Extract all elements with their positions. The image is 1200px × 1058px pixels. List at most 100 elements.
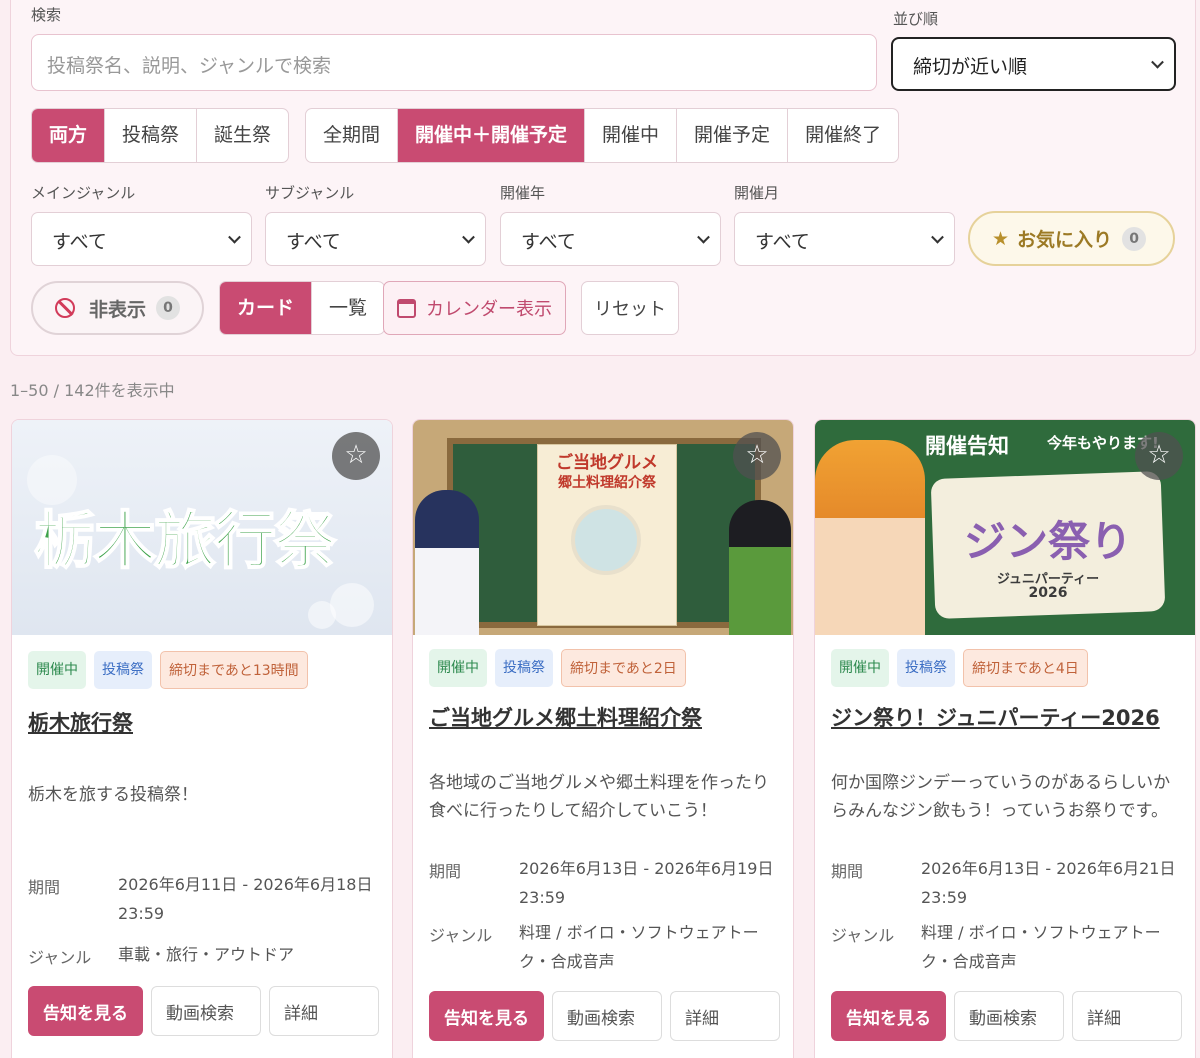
year-label: 開催年 [500, 184, 546, 202]
favorites-count: 0 [1122, 226, 1147, 251]
view-toggle: カード 一覧 [219, 281, 386, 335]
genre-value: 料理 / ボイロ・ソフトウェアトーク・合成音声 [519, 923, 759, 971]
announcement-button[interactable]: 告知を見る [28, 986, 143, 1036]
search-input[interactable]: 投稿祭名、説明、ジャンルで検索 [31, 34, 877, 91]
details-button[interactable]: 詳細 [269, 986, 379, 1036]
video-search-button[interactable]: 動画検索 [151, 986, 261, 1036]
period-value: 2026年6月13日 - 2026年6月21日 23:59 [921, 859, 1176, 907]
star-icon[interactable]: ☆ [1135, 432, 1183, 480]
card-description: 各地域のご当地グルメや郷土料理を作ったり食べに行ったりして紹介していこう！ [429, 773, 769, 821]
year-value: すべて [521, 231, 576, 253]
star-icon: ★ [992, 227, 1010, 250]
sort-select[interactable]: 締切が近い順 [891, 37, 1176, 91]
view-card-button[interactable]: カード [220, 282, 313, 334]
status-badge: 開催中 [429, 649, 487, 687]
calendar-label: カレンダー表示 [426, 299, 552, 320]
card-tags: 開催中 投稿祭 締切まであと4日 [831, 649, 1088, 687]
type-badge: 投稿祭 [495, 649, 553, 687]
card-banner[interactable]: ご当地グルメ 郷土料理紹介祭 ☆ [413, 420, 793, 635]
announcement-button[interactable]: 告知を見る [831, 991, 946, 1041]
period-all[interactable]: 全期間 [306, 109, 399, 162]
genre-label: ジャンル [28, 948, 92, 967]
hidden-button[interactable]: 非表示 0 [31, 281, 204, 335]
banner-line2: 郷土料理紹介祭 [558, 475, 656, 491]
status-badge: 開催中 [28, 651, 86, 689]
star-icon[interactable]: ☆ [332, 432, 380, 480]
video-search-button[interactable]: 動画検索 [552, 991, 662, 1041]
announcement-button[interactable]: 告知を見る [429, 991, 544, 1041]
card-actions: 告知を見る 動画検索 詳細 [28, 986, 379, 1036]
calendar-button[interactable]: カレンダー表示 [383, 281, 566, 335]
card-description: 何か国際ジンデーっていうのがあるらしいからみんなジン飲もう！っていうお祭りです。 [831, 773, 1171, 821]
deadline-badge: 締切まであと2日 [561, 649, 686, 687]
sort-value: 締切が近い順 [913, 56, 1028, 78]
calendar-icon [397, 298, 416, 318]
banner-text: 栃木旅行祭 [33, 503, 337, 578]
details-button[interactable]: 詳細 [670, 991, 780, 1041]
period-label: 期間 [831, 862, 864, 881]
chevron-down-icon [697, 230, 710, 244]
type-tanjousai[interactable]: 誕生祭 [197, 109, 288, 162]
favorites-label: お気に入り [1017, 229, 1113, 251]
month-label: 開催月 [734, 184, 780, 202]
type-toukousai[interactable]: 投稿祭 [105, 109, 198, 162]
banner-title: ジン祭り [963, 517, 1132, 566]
card-banner[interactable]: 開催告知 今年もやります! ジン祭り ジュニパーティー 2026 ☆ [815, 420, 1195, 635]
period-value: 2026年6月11日 - 2026年6月18日 23:59 [118, 875, 373, 923]
favorites-button[interactable]: ★ お気に入り 0 [968, 211, 1175, 266]
event-card: 栃木旅行祭 ☆ 開催中 投稿祭 締切まであと13時間 栃木旅行祭 栃木を旅する投… [11, 419, 393, 1058]
card-actions: 告知を見る 動画検索 詳細 [831, 991, 1182, 1041]
month-value: すべて [755, 231, 810, 253]
view-list-button[interactable]: 一覧 [312, 282, 384, 334]
sort-label: 並び順 [893, 10, 939, 28]
hidden-count: 0 [156, 296, 181, 320]
sub-genre-select[interactable]: すべて [265, 212, 486, 266]
sub-genre-label: サブジャンル [265, 184, 355, 202]
type-filter: 両方 投稿祭 誕生祭 [31, 108, 290, 163]
year-select[interactable]: すべて [500, 212, 721, 266]
type-badge: 投稿祭 [94, 651, 152, 689]
deadline-badge: 締切まであと4日 [963, 649, 1088, 687]
video-search-button[interactable]: 動画検索 [954, 991, 1064, 1041]
event-card: 開催告知 今年もやります! ジン祭り ジュニパーティー 2026 ☆ 開催中 投… [814, 419, 1196, 1058]
banner-top-left: 開催告知 [925, 434, 1009, 458]
card-tags: 開催中 投稿祭 締切まであと13時間 [28, 651, 308, 689]
period-label: 期間 [429, 862, 462, 881]
chevron-down-icon [931, 230, 944, 244]
banner-line1: ご当地グルメ [556, 453, 658, 473]
card-title[interactable]: ご当地グルメ郷土料理紹介祭 [429, 702, 702, 732]
plate-illustration [571, 505, 641, 575]
hidden-label: 非表示 [89, 298, 147, 321]
card-title[interactable]: 栃木旅行祭 [28, 707, 133, 737]
genre-label: ジャンル [429, 926, 493, 945]
period-ongoing-upcoming[interactable]: 開催中＋開催予定 [398, 109, 586, 162]
card-tags: 開催中 投稿祭 締切まであと2日 [429, 649, 686, 687]
card-banner[interactable]: 栃木旅行祭 ☆ [12, 420, 392, 635]
genre-value: 車載・旅行・アウトドア [118, 945, 295, 964]
star-icon[interactable]: ☆ [733, 432, 781, 480]
card-actions: 告知を見る 動画検索 詳細 [429, 991, 780, 1041]
reset-button[interactable]: リセット [581, 281, 679, 335]
details-button[interactable]: 詳細 [1072, 991, 1182, 1041]
main-genre-value: すべて [52, 231, 107, 253]
card-description: 栃木を旅する投稿祭！ [28, 785, 198, 805]
period-label: 期間 [28, 878, 61, 897]
banner-sub2: 2026 [1028, 585, 1068, 601]
period-filter: 全期間 開催中＋開催予定 開催中 開催予定 開催終了 [305, 108, 900, 163]
main-genre-select[interactable]: すべて [31, 212, 252, 266]
card-title[interactable]: ジン祭り！ジュニパーティー2026 [831, 702, 1160, 732]
period-value: 2026年6月13日 - 2026年6月19日 23:59 [519, 859, 774, 907]
period-upcoming[interactable]: 開催予定 [677, 109, 789, 162]
type-both[interactable]: 両方 [32, 109, 106, 162]
prohibit-icon [55, 298, 75, 318]
search-label: 検索 [31, 6, 62, 24]
period-ongoing[interactable]: 開催中 [585, 109, 678, 162]
character-right [729, 500, 791, 635]
period-ended[interactable]: 開催終了 [788, 109, 898, 162]
sub-genre-value: すべて [286, 231, 341, 253]
main-genre-label: メインジャンル [31, 184, 136, 202]
genre-value: 料理 / ボイロ・ソフトウェアトーク・合成音声 [921, 923, 1161, 971]
genre-label: ジャンル [831, 926, 895, 945]
month-select[interactable]: すべて [734, 212, 955, 266]
type-badge: 投稿祭 [897, 649, 955, 687]
